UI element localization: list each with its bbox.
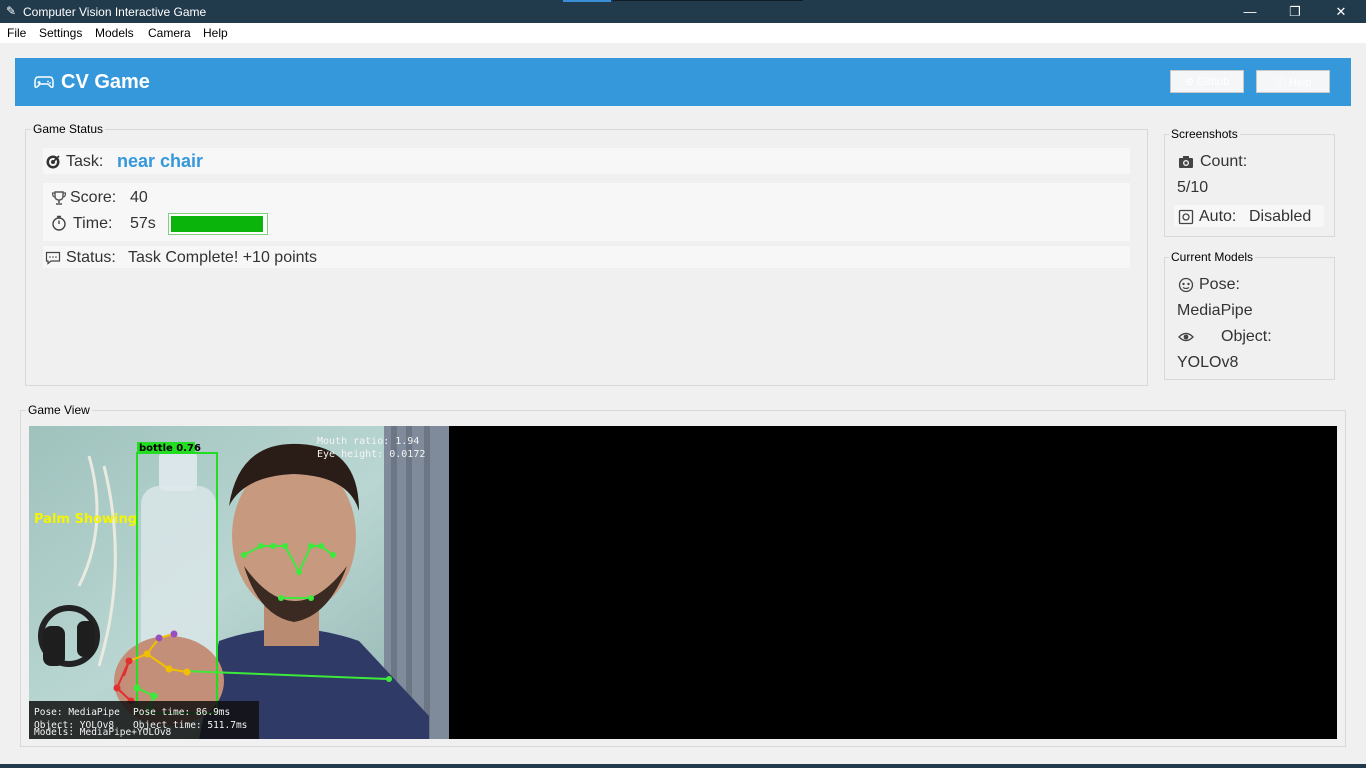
close-icon: ✕ xyxy=(1335,3,1347,19)
pose-icon xyxy=(1178,277,1194,293)
pose-model-text: Pose: MediaPipe xyxy=(34,707,120,718)
camera-feed: bottle 0.76 Palm Showing Mouth ratio: 1.… xyxy=(29,426,449,739)
auto-capture-icon xyxy=(1178,209,1194,225)
task-label: Task: xyxy=(66,153,104,170)
auto-label: Auto: xyxy=(1199,208,1237,225)
pose-label: Pose: xyxy=(1199,276,1240,293)
menu-help[interactable]: Help xyxy=(203,26,228,40)
time-progress-bar xyxy=(168,213,268,235)
task-row xyxy=(43,148,1130,174)
restore-icon: ❐ xyxy=(1289,3,1301,19)
feather-icon: ✎ xyxy=(6,4,17,18)
screenshot-count-label: Count: xyxy=(1200,153,1248,170)
menu-bar: File Settings Models Camera Help xyxy=(0,23,1366,43)
time-value: 57s xyxy=(130,215,156,232)
stopwatch-icon xyxy=(52,215,66,231)
gesture-label: Palm Showing xyxy=(34,512,137,527)
minimize-icon: — xyxy=(1243,4,1257,19)
menu-models[interactable]: Models xyxy=(95,26,134,40)
taskbar-strip xyxy=(0,764,1366,768)
target-icon xyxy=(46,155,60,169)
time-progress-fill xyxy=(171,216,263,232)
app-title: CV Game xyxy=(61,71,150,93)
help-button-label: ⓘ Help xyxy=(1274,76,1312,89)
trophy-icon xyxy=(51,191,67,205)
detection-label: bottle 0.76 xyxy=(139,443,201,454)
score-value: 40 xyxy=(130,189,148,206)
object-value: YOLOv8 xyxy=(1177,354,1239,371)
github-button-label: ⊕ Github xyxy=(1184,76,1230,88)
gamepad-icon xyxy=(34,76,54,89)
app-header: CV Game ⊕ Github ⓘ Help xyxy=(15,58,1351,106)
menu-file[interactable]: File xyxy=(7,26,26,40)
minimize-button[interactable]: — xyxy=(1227,0,1273,23)
menu-settings[interactable]: Settings xyxy=(39,26,82,40)
mouth-ratio-text: Mouth ratio: 1.94 xyxy=(317,436,419,447)
eye-height-text: Eye height: 0.0172 xyxy=(317,449,425,460)
help-button[interactable]: ⓘ Help xyxy=(1256,70,1330,93)
camera-icon xyxy=(1179,156,1193,168)
models-text: Models: MediaPipe+YOLOv8 xyxy=(34,727,172,738)
menu-camera[interactable]: Camera xyxy=(148,26,191,40)
window-title: Computer Vision Interactive Game xyxy=(23,5,207,19)
github-button[interactable]: ⊕ Github xyxy=(1170,70,1244,93)
game-view-group-label: Game View xyxy=(26,403,92,417)
close-button[interactable]: ✕ xyxy=(1318,0,1364,23)
pose-value: MediaPipe xyxy=(1177,302,1253,319)
game-status-group-label: Game Status xyxy=(31,122,106,136)
eye-icon xyxy=(1178,332,1194,342)
status-value: Task Complete! +10 points xyxy=(128,249,317,266)
object-label: Object: xyxy=(1221,328,1272,345)
current-models-group-label: Current Models xyxy=(1169,250,1256,264)
chat-icon xyxy=(45,251,61,265)
taskbar-divider xyxy=(613,0,803,1)
time-label: Time: xyxy=(73,215,113,232)
maximize-button[interactable]: ❐ xyxy=(1272,0,1318,23)
score-label: Score: xyxy=(70,189,117,206)
auto-value[interactable]: Disabled xyxy=(1249,208,1311,226)
pose-time-text: Pose time: 86.9ms xyxy=(133,707,230,718)
task-value: near chair xyxy=(117,151,204,171)
taskbar-accent xyxy=(563,0,611,2)
status-label: Status: xyxy=(66,249,116,266)
window-titlebar: ✎ Computer Vision Interactive Game — ❐ ✕ xyxy=(0,0,1366,23)
screenshots-group-label: Screenshots xyxy=(1169,127,1240,141)
screenshot-count-value: 5/10 xyxy=(1177,179,1209,196)
